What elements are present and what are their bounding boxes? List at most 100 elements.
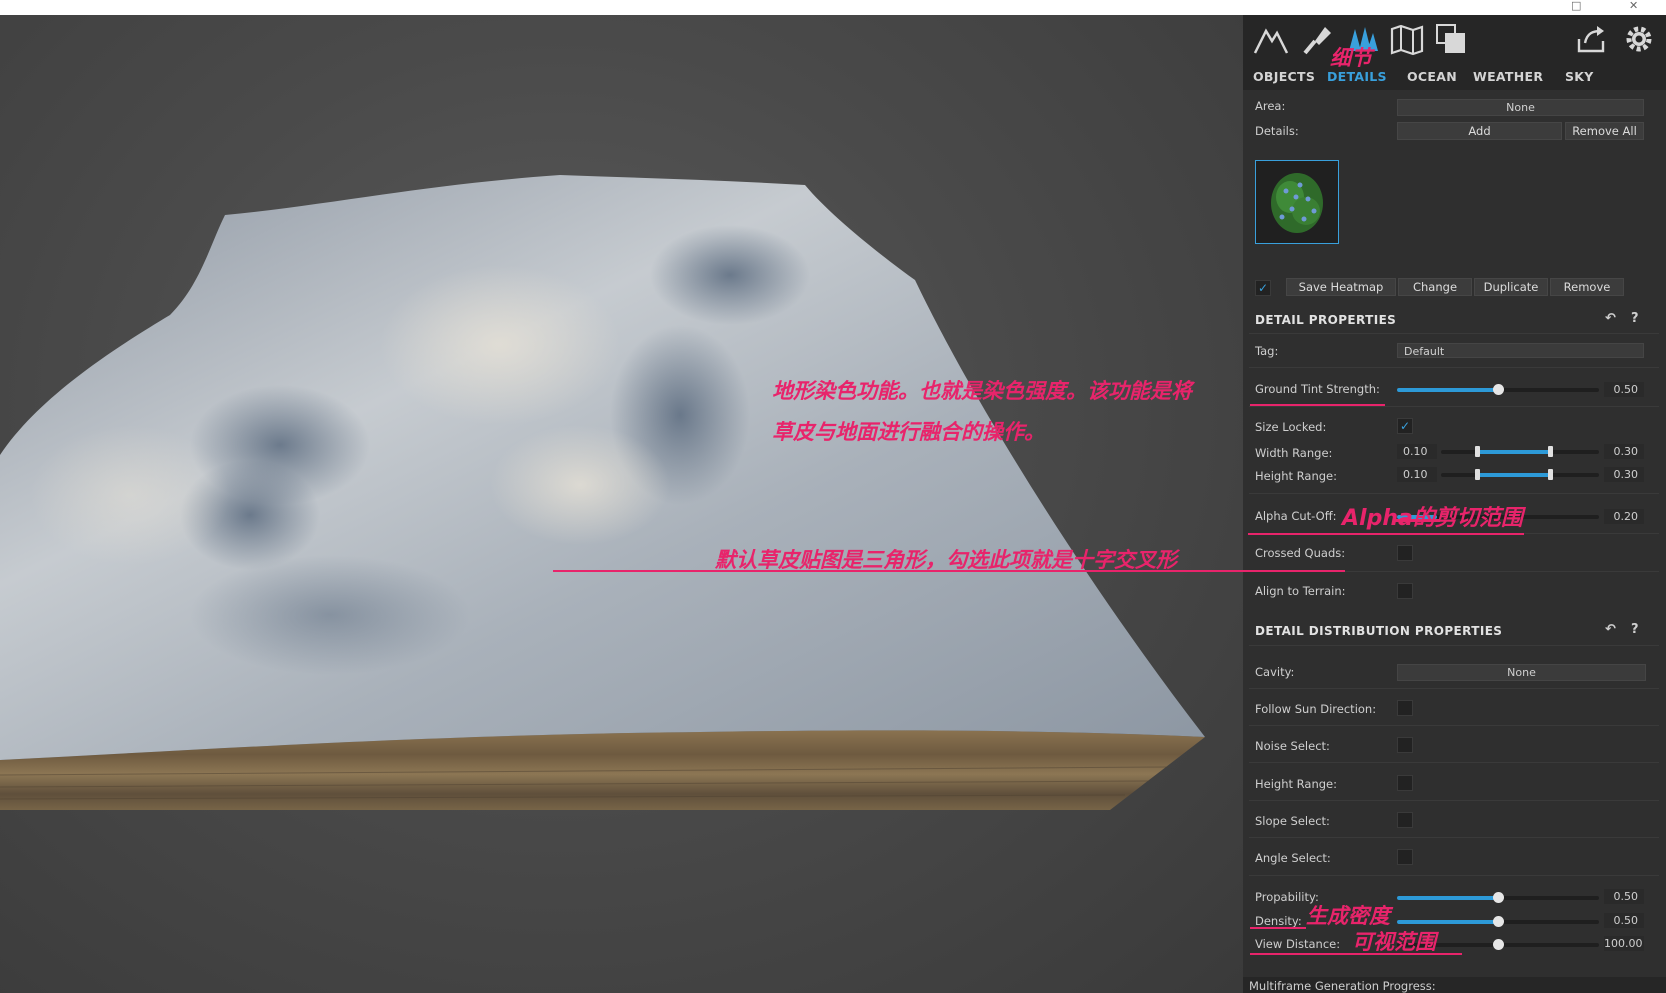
divider: [1249, 725, 1659, 726]
duplicate-button[interactable]: Duplicate: [1474, 278, 1548, 296]
follow-sun-label: Follow Sun Direction:: [1255, 702, 1377, 716]
density-knob[interactable]: [1493, 916, 1504, 927]
ground-tint-knob[interactable]: [1493, 384, 1504, 395]
height-range-max-handle[interactable]: [1548, 469, 1553, 480]
restore-window-icon[interactable]: □: [1571, 0, 1581, 12]
divider: [1249, 367, 1659, 368]
tab-ocean[interactable]: OCEAN: [1407, 69, 1457, 84]
width-range-max[interactable]: 0.30: [1604, 444, 1644, 459]
tag-select[interactable]: Default: [1397, 343, 1644, 358]
annotation-underline: [1250, 953, 1462, 955]
crossed-quads-checkbox[interactable]: [1397, 545, 1413, 561]
noise-select-checkbox[interactable]: [1397, 737, 1413, 753]
gear-icon[interactable]: [1621, 21, 1657, 57]
close-window-icon[interactable]: ✕: [1629, 0, 1638, 12]
view-distance-label: View Distance:: [1255, 937, 1341, 951]
annotation-alpha-cutoff: Alpha的剪切范围: [1342, 500, 1523, 532]
save-heatmap-button[interactable]: Save Heatmap: [1286, 278, 1396, 296]
divider: [1249, 333, 1659, 334]
detail-enabled-checkbox[interactable]: ✓: [1255, 280, 1271, 296]
height-range-label: Height Range:: [1255, 469, 1337, 483]
align-terrain-label: Align to Terrain:: [1255, 584, 1346, 598]
tab-objects[interactable]: OBJECTS: [1253, 69, 1315, 84]
divider: [1249, 406, 1659, 407]
tag-label: Tag:: [1255, 344, 1279, 358]
tab-sky[interactable]: SKY: [1565, 69, 1594, 84]
width-range-min-handle[interactable]: [1475, 446, 1480, 457]
remove-all-button[interactable]: Remove All: [1565, 122, 1644, 140]
help-icon[interactable]: ?: [1631, 311, 1639, 326]
reset-arrow-icon[interactable]: ↶: [1605, 622, 1616, 637]
divider: [1249, 837, 1659, 838]
annotation-underline: [553, 570, 1345, 572]
density-fill: [1397, 920, 1498, 924]
annotation-underline: [1248, 533, 1524, 535]
detail-properties-title: DETAIL PROPERTIES: [1255, 313, 1397, 327]
probability-knob[interactable]: [1493, 892, 1504, 903]
cavity-select[interactable]: None: [1397, 664, 1646, 681]
mountain-icon[interactable]: [1253, 21, 1289, 57]
slope-select-checkbox[interactable]: [1397, 812, 1413, 828]
footer-bar: Multiframe Generation Progress:: [1243, 977, 1666, 993]
size-locked-label: Size Locked:: [1255, 420, 1327, 434]
detail-thumbnail[interactable]: [1255, 160, 1339, 244]
slope-select-label: Slope Select:: [1255, 814, 1330, 828]
grass-bush-icon: [1271, 173, 1323, 233]
details-label: Details:: [1255, 124, 1299, 138]
density-value[interactable]: 0.50: [1604, 913, 1644, 928]
probability-value[interactable]: 0.50: [1604, 889, 1644, 904]
angle-select-checkbox[interactable]: [1397, 849, 1413, 865]
annotation-underline: [1250, 927, 1306, 929]
height-range-max[interactable]: 0.30: [1604, 467, 1644, 482]
annotation-ground-tint-line2: 草皮与地面进行融合的操作。: [772, 420, 1045, 444]
alpha-cutoff-value[interactable]: 0.20: [1604, 509, 1644, 524]
scene-viewport[interactable]: [0, 15, 1243, 993]
generation-progress-label: Multiframe Generation Progress:: [1249, 979, 1436, 993]
divider: [1249, 762, 1659, 763]
cavity-label: Cavity:: [1255, 665, 1295, 679]
reset-arrow-icon[interactable]: ↶: [1605, 311, 1616, 326]
export-icon[interactable]: [1573, 21, 1609, 57]
ground-tint-label: Ground Tint Strength:: [1255, 382, 1380, 396]
annotation-view-distance: 可视范围: [1352, 930, 1436, 954]
dist-height-range-label: Height Range:: [1255, 777, 1337, 791]
map-icon[interactable]: [1389, 21, 1425, 57]
change-button[interactable]: Change: [1398, 278, 1472, 296]
annotation-underline: [1394, 519, 1440, 522]
divider: [1249, 688, 1659, 689]
terrain-render: [0, 175, 1205, 810]
layers-icon[interactable]: [1433, 21, 1469, 57]
view-distance-knob[interactable]: [1493, 939, 1504, 950]
help-icon[interactable]: ?: [1631, 622, 1639, 637]
width-range-max-handle[interactable]: [1548, 446, 1553, 457]
distribution-properties-title: DETAIL DISTRIBUTION PROPERTIES: [1255, 624, 1503, 638]
annotation-underline: [1250, 404, 1385, 406]
annotation-ground-tint-line1: 地形染色功能。也就是染色强度。该功能是将: [772, 379, 1192, 403]
alpha-cutoff-label: Alpha Cut-Off:: [1255, 509, 1337, 523]
width-range-min[interactable]: 0.10: [1397, 444, 1437, 459]
divider: [1249, 800, 1659, 801]
height-range-min[interactable]: 0.10: [1397, 467, 1437, 482]
width-range-fill: [1477, 450, 1551, 454]
height-range-min-handle[interactable]: [1475, 469, 1480, 480]
size-locked-checkbox[interactable]: ✓: [1397, 418, 1413, 434]
ground-tint-value[interactable]: 0.50: [1604, 382, 1644, 397]
divider: [1249, 645, 1659, 646]
dist-height-range-checkbox[interactable]: [1397, 775, 1413, 791]
area-select[interactable]: None: [1397, 99, 1644, 116]
remove-button[interactable]: Remove: [1550, 278, 1624, 296]
crossed-quads-label: Crossed Quads:: [1255, 546, 1346, 560]
angle-select-label: Angle Select:: [1255, 851, 1331, 865]
follow-sun-checkbox[interactable]: [1397, 700, 1413, 716]
align-terrain-checkbox[interactable]: [1397, 583, 1413, 599]
add-detail-button[interactable]: Add: [1397, 122, 1562, 140]
divider: [1249, 875, 1659, 876]
tab-weather[interactable]: WEATHER: [1473, 69, 1543, 84]
height-range-fill: [1477, 473, 1551, 477]
width-range-label: Width Range:: [1255, 446, 1333, 460]
noise-select-label: Noise Select:: [1255, 739, 1330, 753]
area-label: Area:: [1255, 99, 1286, 113]
density-label: Density:: [1255, 914, 1302, 928]
toolbar: OBJECTS DETAILS OCEAN WEATHER SKY: [1243, 15, 1666, 90]
view-distance-value[interactable]: 100.00: [1604, 936, 1644, 951]
